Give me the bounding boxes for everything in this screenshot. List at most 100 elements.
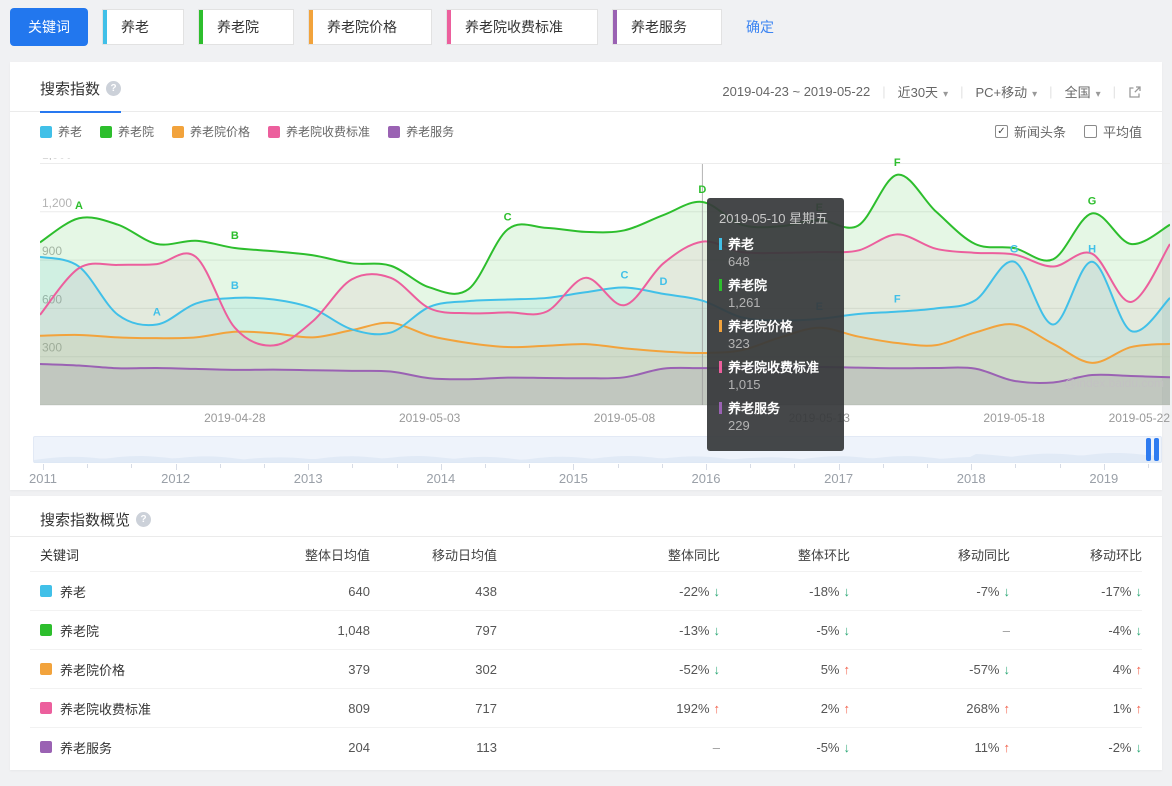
help-icon[interactable]: ? [106,81,122,96]
mobile-yoy-cell: – [850,623,1010,638]
device-value: PC+移动 [975,85,1028,100]
tooltip-value: 1,261 [728,295,761,310]
svg-text:D: D [659,276,667,288]
timeline-tick [706,464,707,470]
legend-item[interactable]: 养老服务 [388,123,454,140]
timeline-years: 2011 2012 2013 2014 2015 2016 2017 2018 2019 [29,471,1162,487]
legend-item[interactable]: 养老院 [100,123,154,140]
keyword-input[interactable]: 养老 [102,9,184,45]
overall-avg-cell: 204 [348,739,370,755]
overview-keyword-cell[interactable]: 养老院价格 [30,660,280,679]
chevron-down-icon: ▾ [943,89,949,100]
timeline-handle-right[interactable] [1154,438,1159,461]
keyword-input[interactable]: 养老服务 [612,9,722,45]
divider-pipe: | [960,84,964,99]
tab-label: 搜索指数 [40,81,101,98]
confirm-link[interactable]: 确定 [746,17,774,37]
column-header: 关键词 [40,547,80,563]
svg-text:G: G [1010,244,1019,256]
timeline-slider[interactable] [33,436,1162,463]
mobile-yoy-cell: -57% ↓ [850,662,1010,677]
timeline-ticks [33,464,1162,471]
tooltip-item: 养老院价格 323 [719,316,832,351]
keyword-text: 养老院 [217,19,259,35]
tooltip-keyword: 养老院 [728,278,768,293]
keyword-color-accent [309,10,313,44]
legend-swatch [40,125,52,138]
date-range: 2019-04-23 ~ 2019-05-22 [722,84,871,99]
arrow-down-icon: ↓ [1135,583,1143,599]
tooltip-keyword: 养老院收费标准 [728,360,820,375]
flat-dash: – [1002,622,1010,638]
timeline-minor-tick [529,464,531,468]
keyword-input[interactable]: 养老院价格 [308,9,432,45]
overview-keyword-cell[interactable]: 养老 [30,582,280,601]
svg-text:1,500: 1,500 [42,158,72,162]
mobile-yoy-cell: 268% ↑ [850,701,1010,716]
keyword-input[interactable]: 养老院 [198,9,294,45]
keyword-button[interactable]: 关键词 [10,8,88,46]
table-row[interactable]: 养老院价格 379 302 -52% ↓ 5% ↑ -57% ↓ 4% ↑ [30,649,1142,688]
timeline-tick [573,464,575,470]
mobile-avg-cell: 717 [475,700,497,716]
external-link-icon[interactable] [1128,85,1142,99]
percent-value: 268% [966,700,1000,716]
svg-text:1,200: 1,200 [42,196,72,210]
keyword-text: 养老院收费标准 [465,19,563,35]
keyword-name: 养老院收费标准 [60,701,152,717]
keyword-swatch [40,741,52,753]
svg-text:F: F [894,158,901,169]
timeline-tick [1103,464,1105,470]
trend-chart[interactable]: 3006009001,2001,500ABCDEFGHABCDEFG [39,148,1171,408]
help-icon[interactable]: ? [136,512,152,527]
legend-label: 养老院价格 [190,125,251,139]
tab-search-index[interactable]: 搜索指数 ? [40,78,122,113]
svg-text:C: C [504,212,512,224]
news-headlines-checkbox[interactable]: ✓ 新闻头条 [994,122,1066,141]
keyword-text: 养老院价格 [327,19,397,35]
svg-text:A: A [153,307,161,319]
tooltip-item: 养老院收费标准 1,015 [719,357,832,392]
watermark: @index.baidu.com [1064,376,1164,390]
table-row[interactable]: 养老院 1,048 797 -13% ↓ -5% ↓ – -4% ↓ [30,610,1142,649]
percent-value: 5% [820,661,840,677]
average-checkbox[interactable]: 平均值 [1083,122,1142,141]
tooltip-item-name: 养老 [719,234,832,253]
timeline-handle-left[interactable] [1146,438,1151,461]
table-row[interactable]: 养老院收费标准 809 717 192% ↑ 2% ↑ 268% ↑ 1% ↑ [30,688,1142,727]
legend-item[interactable]: 养老 [40,123,82,140]
keyword-name: 养老院 [60,623,100,639]
svg-text:D: D [698,184,706,196]
mobile-avg-cell: 113 [476,739,497,755]
table-row[interactable]: 养老服务 204 113– -5% ↓ 11% ↑ -2% ↓ [30,727,1142,766]
region-dropdown[interactable]: 全国 ▾ [1065,82,1101,101]
timeline-tick [308,464,310,470]
device-dropdown[interactable]: PC+移动 ▾ [975,82,1037,101]
percent-value: 2% [820,700,840,716]
legend-item[interactable]: 养老院价格 [172,123,250,140]
timeline-minor-tick [927,464,928,468]
overall-mom-cell: 5% ↑ [720,662,850,677]
percent-value: -57% [969,661,1000,677]
overview-keyword-cell[interactable]: 养老院收费标准 [30,699,280,718]
legend-item[interactable]: 养老院收费标准 [268,123,370,140]
svg-text:F: F [894,294,901,306]
period-dropdown[interactable]: 近30天 ▾ [898,82,949,101]
keyword-swatch [40,585,52,597]
mobile-mom-cell: -17% ↓ [1010,584,1142,599]
table-row[interactable]: 养老 640 438 -22% ↓ -18% ↓ -7% ↓ -17% ↓ [30,571,1142,610]
percent-value: -22% [679,583,710,599]
timeline-minor-tick [750,464,752,468]
svg-text:A: A [75,200,83,212]
x-axis-labels: 2019-04-282019-05-032019-05-082019-05-13… [40,411,1170,427]
overview-keyword-cell[interactable]: 养老院 [30,621,280,640]
legend-swatch [100,125,113,138]
mobile-mom-cell: 4% ↑ [1010,662,1142,677]
overview-keyword-cell[interactable]: 养老服务 [30,738,280,757]
percent-value: 192% [676,700,710,716]
keyword-color-accent [103,10,107,44]
keyword-input[interactable]: 养老院收费标准 [446,9,598,45]
timeline-minor-tick [131,464,133,468]
svg-text:C: C [621,269,629,281]
x-axis-tick-label: 2019-04-28 [204,411,266,425]
